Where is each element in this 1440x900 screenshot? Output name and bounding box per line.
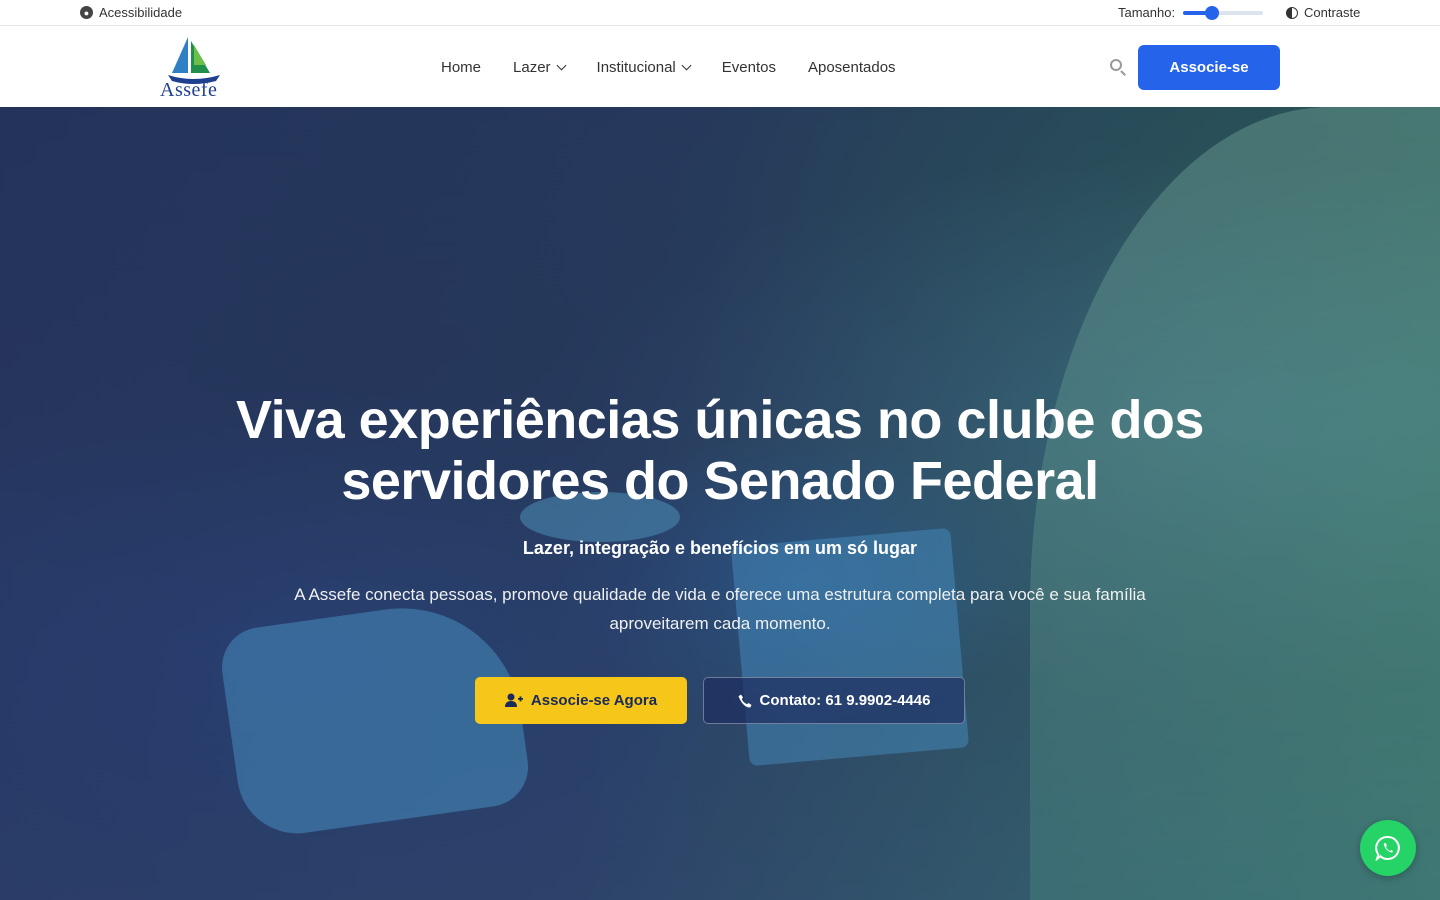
contact-button[interactable]: Contato: 61 9.9902-4446 — [703, 677, 965, 724]
accessibility-label: Acessibilidade — [99, 5, 183, 20]
hero-title: Viva experiências únicas no clube dos se… — [236, 390, 1204, 511]
site-header: Assefe Home Lazer Institucional Eventos … — [0, 27, 1440, 107]
user-plus-icon — [504, 693, 523, 707]
phone-icon — [738, 694, 752, 707]
associe-se-agora-button[interactable]: Associe-se Agora — [475, 677, 687, 724]
search-icon[interactable] — [1108, 57, 1128, 77]
logo-sail-icon — [168, 37, 220, 84]
whatsapp-icon — [1375, 835, 1400, 861]
whatsapp-button[interactable] — [1360, 820, 1416, 876]
logo-text: Assefe — [160, 79, 218, 101]
nav-label: Eventos — [721, 59, 776, 76]
accessibility-icon: ● — [80, 6, 93, 19]
accessibility-toggle[interactable]: ● Acessibilidade — [80, 5, 182, 20]
contrast-icon — [1286, 6, 1298, 19]
font-size-label: Tamanho: — [1118, 5, 1176, 20]
font-size-control: Tamanho: — [1118, 5, 1264, 20]
accessibility-bar: ● Acessibilidade Tamanho: Contraste — [0, 0, 1440, 26]
font-size-slider[interactable] — [1183, 5, 1264, 20]
chevron-down-icon — [556, 60, 566, 71]
nav-label: Lazer — [513, 59, 551, 76]
hero-section: Viva experiências únicas no clube dos se… — [0, 107, 1440, 900]
associe-se-button[interactable]: Associe-se — [1138, 45, 1280, 90]
nav-lazer[interactable]: Lazer — [513, 59, 566, 76]
hero-content: Viva experiências únicas no clube dos se… — [0, 107, 1440, 900]
hero-subtitle: Lazer, integração e benefícios em um só … — [522, 538, 918, 558]
contrast-toggle[interactable]: Contraste — [1286, 5, 1360, 20]
contrast-label: Contraste — [1304, 5, 1361, 20]
nav-label: Aposentados — [807, 59, 896, 76]
nav-eventos[interactable]: Eventos — [722, 59, 776, 76]
contact-label: Contato: 61 9.9902-4446 — [759, 692, 931, 709]
nav-home[interactable]: Home — [441, 59, 481, 76]
font-size-slider-thumb[interactable] — [1204, 5, 1219, 20]
logo[interactable]: Assefe — [158, 35, 228, 101]
nav-aposentados[interactable]: Aposentados — [808, 59, 896, 76]
associe-se-agora-label: Associe-se Agora — [530, 692, 658, 709]
main-nav: Home Lazer Institucional Eventos Aposent… — [441, 59, 928, 76]
chevron-down-icon — [681, 60, 692, 71]
nav-label: Institucional — [596, 59, 676, 76]
nav-label: Home — [441, 59, 482, 76]
hero-description: A Assefe conecta pessoas, promove qualid… — [294, 585, 1146, 633]
nav-institucional[interactable]: Institucional — [596, 59, 692, 76]
